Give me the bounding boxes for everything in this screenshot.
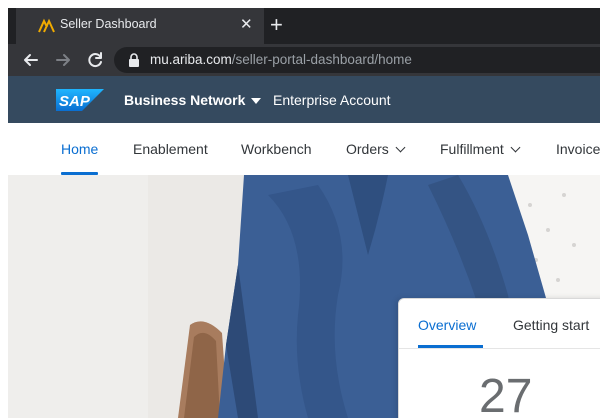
chevron-down-icon [510, 142, 521, 153]
tab-overview[interactable]: Overview [418, 317, 476, 333]
nav-item-label: Invoice [556, 141, 600, 157]
reload-icon[interactable] [84, 49, 106, 71]
screen-edge [0, 0, 8, 418]
tab-getting-started[interactable]: Getting start [513, 317, 589, 333]
nav-item-label: Orders [346, 141, 389, 157]
tab-title: Seller Dashboard [60, 17, 157, 31]
account-type: Enterprise Account [273, 92, 391, 108]
nav-item-enablement[interactable]: Enablement [133, 141, 208, 157]
divider [399, 348, 600, 349]
sap-shell-bar: SAP Business Network Enterprise Account [8, 76, 600, 123]
browser-tab[interactable]: Seller Dashboard ✕ [16, 8, 264, 44]
url-host: mu.ariba.com [150, 52, 232, 67]
browser-tab-strip: Seller Dashboard ✕ + [8, 8, 600, 44]
chevron-down-icon [395, 142, 406, 153]
caret-down-icon[interactable] [251, 98, 261, 104]
overview-count: 27 [479, 370, 533, 418]
nav-item-label: Workbench [241, 141, 312, 157]
nav-item-label: Enablement [133, 141, 208, 157]
close-tab-icon[interactable]: ✕ [240, 16, 253, 34]
address-bar[interactable]: mu.ariba.com/seller-portal-dashboard/hom… [114, 47, 600, 73]
nav-item-invoice[interactable]: Invoice [556, 141, 600, 157]
svg-text:SAP: SAP [59, 93, 91, 110]
nav-item-home[interactable]: Home [61, 141, 98, 157]
nav-item-orders[interactable]: Orders [346, 141, 406, 157]
nav-item-label: Home [61, 141, 99, 157]
top-navigation: Home Enablement Workbench Orders Fulfill… [8, 123, 600, 175]
browser-toolbar: mu.ariba.com/seller-portal-dashboard/hom… [8, 44, 600, 76]
sap-logo[interactable]: SAP [56, 89, 104, 111]
nav-item-fulfillment[interactable]: Fulfillment [440, 141, 521, 157]
url-path: /seller-portal-dashboard/home [231, 52, 412, 67]
new-tab-icon[interactable]: + [270, 13, 283, 37]
nav-item-label: Fulfillment [440, 141, 504, 157]
nav-item-workbench[interactable]: Workbench [241, 141, 312, 157]
url-text: mu.ariba.com/seller-portal-dashboard/hom… [150, 52, 412, 67]
back-arrow-icon[interactable] [20, 49, 42, 71]
overview-card: Overview Getting start 27 [398, 298, 600, 418]
business-network-title[interactable]: Business Network [124, 92, 245, 108]
forward-arrow-icon[interactable] [52, 49, 74, 71]
lock-icon[interactable] [128, 53, 140, 67]
ariba-chevron-icon [38, 18, 55, 33]
